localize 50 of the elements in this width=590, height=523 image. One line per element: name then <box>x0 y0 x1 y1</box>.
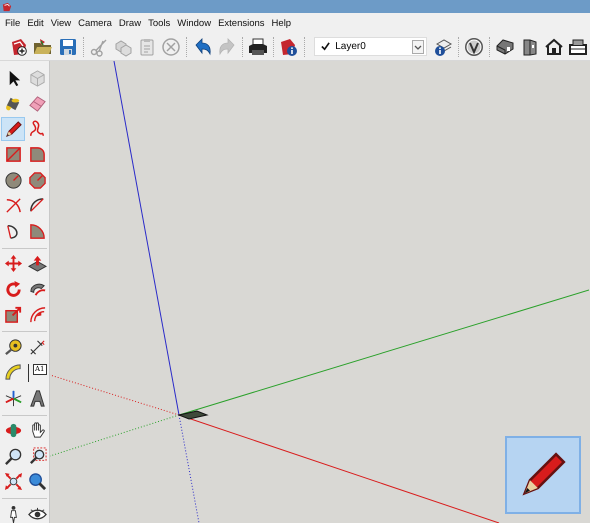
redo-arrow-icon <box>216 36 237 56</box>
protractor-icon <box>4 363 22 382</box>
orbit-icon <box>4 421 22 440</box>
move-arrows-icon <box>4 254 22 273</box>
layer-dropdown[interactable]: Layer0 <box>314 37 427 56</box>
menu-item[interactable]: View <box>48 18 76 28</box>
house-side-icon <box>568 36 588 56</box>
rectangle-icon <box>4 145 22 164</box>
menu-item[interactable]: File <box>2 18 24 28</box>
document-plus-icon <box>9 36 30 56</box>
offset-icon <box>28 305 46 324</box>
squiggle-icon <box>28 120 46 138</box>
pie-icon <box>28 222 46 240</box>
magnifier-icon <box>4 446 22 466</box>
zoom-extents-icon <box>4 472 22 491</box>
arc-icon <box>4 196 22 215</box>
folder-icon <box>33 36 54 56</box>
house-icon <box>495 36 516 56</box>
zoom-previous-icon <box>28 472 46 491</box>
menu-item[interactable]: Edit <box>24 18 48 28</box>
undo-arrow-icon <box>192 36 213 56</box>
menu-item[interactable]: Extensions <box>215 18 269 28</box>
printer-icon <box>248 36 268 56</box>
menu-item[interactable]: Window <box>174 18 216 28</box>
menu-item[interactable]: Tools <box>145 18 174 28</box>
axes-icon <box>4 388 22 408</box>
dimension-icon <box>28 338 46 356</box>
styles-icon <box>464 36 484 56</box>
eraser-icon <box>28 94 46 113</box>
caret-icon <box>412 40 424 54</box>
circle-x-icon <box>161 36 182 56</box>
scale-icon <box>4 305 22 324</box>
app-icon <box>2 2 12 12</box>
zoom-window-icon <box>28 446 46 466</box>
house-outline-icon <box>544 36 564 56</box>
solid-letter-icon <box>28 388 46 408</box>
pencil-icon <box>4 120 22 138</box>
circle-icon <box>4 170 22 190</box>
pencil-tool-button[interactable] <box>1 117 25 141</box>
rectangle-face <box>177 410 209 420</box>
model-info-icon <box>279 36 300 56</box>
layers-info-icon <box>432 36 453 56</box>
menu-item[interactable]: Help <box>268 18 296 28</box>
rotate-icon <box>4 280 22 298</box>
push-pull-icon <box>28 254 46 273</box>
menu-item[interactable]: Draw <box>116 18 146 28</box>
menu-item[interactable]: Camera <box>75 18 116 28</box>
polygon-icon <box>28 170 46 190</box>
tape-measure-icon <box>4 338 22 356</box>
cube-icon <box>28 68 46 88</box>
